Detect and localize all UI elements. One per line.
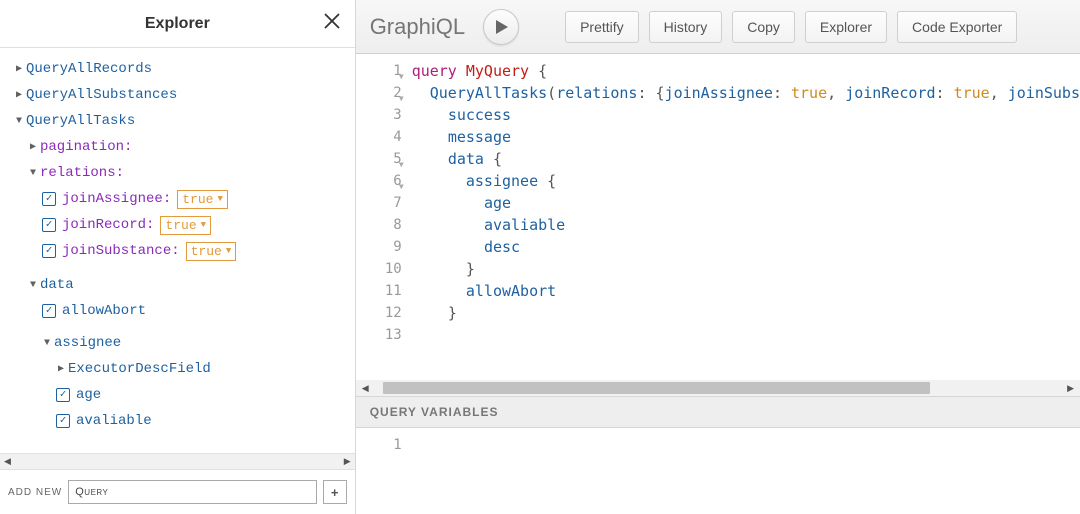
copy-button[interactable]: Copy bbox=[732, 11, 795, 43]
query-alltasks[interactable]: ▼QueryAllTasks bbox=[14, 108, 355, 134]
checkbox-checked-icon[interactable]: ✓ bbox=[42, 244, 56, 258]
add-new-button[interactable]: + bbox=[323, 480, 347, 504]
field-allowabort[interactable]: ✓allowAbort bbox=[14, 298, 355, 324]
query-allrecords[interactable]: ▶QueryAllRecords bbox=[14, 56, 355, 82]
explorer-button[interactable]: Explorer bbox=[805, 11, 887, 43]
explorer-header: Explorer bbox=[0, 0, 355, 48]
field-avaliable[interactable]: ✓avaliable bbox=[14, 408, 355, 434]
explorer-tree[interactable]: ▶QueryAllRecords ▶QueryAllSubstances ▼Qu… bbox=[0, 48, 355, 453]
checkbox-checked-icon[interactable]: ✓ bbox=[56, 414, 70, 428]
select-joinassignee[interactable]: true▼ bbox=[177, 190, 228, 209]
chevron-down-icon: ▼ bbox=[217, 194, 222, 204]
checkbox-checked-icon[interactable]: ✓ bbox=[42, 304, 56, 318]
explorer-panel: Explorer ▶QueryAllRecords ▶QueryAllSubst… bbox=[0, 0, 356, 514]
field-executordescfield[interactable]: ▶ExecutorDescField bbox=[14, 356, 355, 382]
add-new-label: add new bbox=[8, 487, 62, 498]
logo: GraphiQL bbox=[370, 14, 465, 40]
scrollbar-thumb[interactable] bbox=[383, 382, 930, 394]
main-panel: GraphiQL Prettify History Copy Explorer … bbox=[356, 0, 1080, 514]
query-allsubstances[interactable]: ▶QueryAllSubstances bbox=[14, 82, 355, 108]
query-variables-editor[interactable]: 1 bbox=[356, 428, 1080, 514]
arg-pagination[interactable]: ▶pagination: bbox=[14, 134, 355, 160]
select-joinrecord[interactable]: true▼ bbox=[160, 216, 211, 235]
explorer-body: ▶QueryAllRecords ▶QueryAllSubstances ▼Qu… bbox=[0, 48, 355, 453]
checkbox-checked-icon[interactable]: ✓ bbox=[56, 388, 70, 402]
explorer-footer: add new + bbox=[0, 469, 355, 514]
explorer-title: Explorer bbox=[145, 15, 210, 33]
field-assignee[interactable]: ▼assignee bbox=[14, 330, 355, 356]
add-new-input[interactable] bbox=[68, 480, 316, 504]
prettify-button[interactable]: Prettify bbox=[565, 11, 639, 43]
editor-horizontal-scrollbar[interactable]: ◀▶ bbox=[356, 380, 1080, 396]
close-icon[interactable] bbox=[323, 12, 341, 33]
code-area[interactable]: query MyQuery { QueryAllTasks(relations:… bbox=[412, 54, 1080, 380]
checkbox-checked-icon[interactable]: ✓ bbox=[42, 192, 56, 206]
query-editor[interactable]: 1▼ 2▼ 3 4 5▼ 6▼ 7 8 9 10 11 12 13 query … bbox=[356, 54, 1080, 380]
chevron-down-icon: ▼ bbox=[226, 246, 231, 256]
field-age[interactable]: ✓age bbox=[14, 382, 355, 408]
topbar: GraphiQL Prettify History Copy Explorer … bbox=[356, 0, 1080, 54]
chevron-down-icon: ▼ bbox=[201, 220, 206, 230]
history-button[interactable]: History bbox=[649, 11, 723, 43]
arg-joinassignee[interactable]: ✓ joinAssignee: true▼ bbox=[14, 186, 355, 212]
code-exporter-button[interactable]: Code Exporter bbox=[897, 11, 1017, 43]
select-joinsubstance[interactable]: true▼ bbox=[186, 242, 237, 261]
gutter: 1▼ 2▼ 3 4 5▼ 6▼ 7 8 9 10 11 12 13 bbox=[356, 54, 412, 380]
arg-relations[interactable]: ▼relations: bbox=[14, 160, 355, 186]
execute-button[interactable] bbox=[483, 9, 519, 45]
query-variables-header[interactable]: QUERY VARIABLES bbox=[356, 396, 1080, 428]
vars-gutter: 1 bbox=[356, 428, 412, 514]
editors: 1▼ 2▼ 3 4 5▼ 6▼ 7 8 9 10 11 12 13 query … bbox=[356, 54, 1080, 514]
arg-joinrecord[interactable]: ✓ joinRecord: true▼ bbox=[14, 212, 355, 238]
checkbox-checked-icon[interactable]: ✓ bbox=[42, 218, 56, 232]
explorer-horizontal-scrollbar[interactable]: ◀▶ bbox=[0, 453, 355, 469]
arg-joinsubstance[interactable]: ✓ joinSubstance: true▼ bbox=[14, 238, 355, 264]
field-data[interactable]: ▼data bbox=[14, 272, 355, 298]
